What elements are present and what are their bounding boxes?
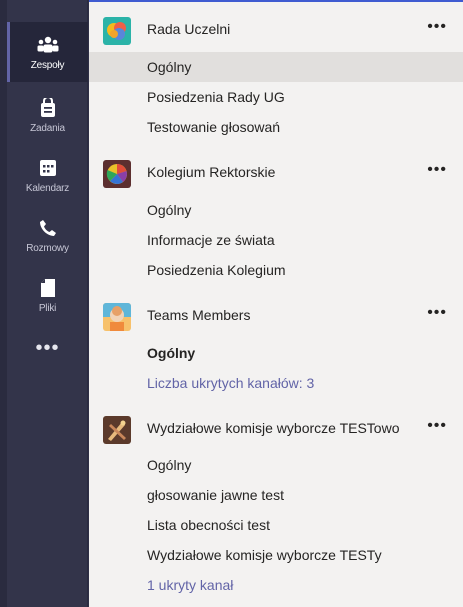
team-name: Kolegium Rektorskie: [147, 164, 276, 180]
channel-item[interactable]: Informacje ze świata: [89, 225, 463, 255]
team-name: Wydziałowe komisje wyborcze TESTowo: [147, 420, 400, 436]
more-apps-button[interactable]: •••: [7, 338, 88, 368]
channel-item[interactable]: Ogólny: [89, 450, 463, 480]
teams-members-avatar-icon: [103, 303, 131, 331]
rada-avatar-icon: [103, 17, 131, 45]
rail-label-assignments: Zadania: [30, 122, 65, 134]
rail-item-calendar[interactable]: Kalendarz: [7, 145, 88, 205]
team-more-button[interactable]: •••: [427, 161, 447, 179]
teams-list: Rada Uczelni ••• Ogólny Posiedzenia Rady…: [89, 0, 463, 607]
channel-item[interactable]: głosowanie jawne test: [89, 480, 463, 510]
assignments-icon: [37, 97, 59, 119]
rail-item-files[interactable]: Pliki: [7, 265, 88, 325]
calendar-icon: [37, 157, 59, 179]
files-icon: [37, 277, 59, 299]
app-rail: Zespoły Zadania Kalendarz Rozmowy Pliki …: [0, 0, 88, 607]
rail-label-files: Pliki: [38, 302, 57, 314]
rail-label-calendar: Kalendarz: [25, 182, 70, 194]
channel-item[interactable]: Posiedzenia Kolegium: [89, 255, 463, 285]
channel-item[interactable]: Wydziałowe komisje wyborcze TESTy: [89, 540, 463, 570]
team-name: Teams Members: [147, 307, 251, 323]
calls-icon: [37, 217, 59, 239]
team-header-wydzialowe[interactable]: Wydziałowe komisje wyborcze TESTowo •••: [89, 409, 463, 449]
team-header-rada-uczelni[interactable]: Rada Uczelni •••: [89, 10, 463, 50]
team-name: Rada Uczelni: [147, 21, 231, 37]
hidden-channels-link[interactable]: Liczba ukrytych kanałów: 3: [89, 368, 463, 398]
channel-item[interactable]: Lista obecności test: [89, 510, 463, 540]
rail-item-calls[interactable]: Rozmowy: [7, 205, 88, 265]
wydzialowe-avatar-icon: [103, 416, 131, 444]
team-more-button[interactable]: •••: [427, 417, 447, 435]
team-header-kolegium[interactable]: Kolegium Rektorskie •••: [89, 153, 463, 193]
teams-icon: [37, 34, 59, 56]
rail-label-teams: Zespoły: [30, 59, 65, 71]
kolegium-avatar-icon: [103, 160, 131, 188]
rail-item-assignments[interactable]: Zadania: [7, 85, 88, 145]
rail-item-teams[interactable]: Zespoły: [7, 22, 88, 82]
team-more-button[interactable]: •••: [427, 304, 447, 322]
channel-item[interactable]: Ogólny: [89, 195, 463, 225]
team-more-button[interactable]: •••: [427, 18, 447, 36]
channel-item[interactable]: Testowanie głosowań: [89, 112, 463, 142]
channel-item[interactable]: Posiedzenia Rady UG: [89, 82, 463, 112]
rail-label-calls: Rozmowy: [26, 242, 69, 254]
channel-item[interactable]: Ogólny: [89, 338, 463, 368]
team-header-teams-members[interactable]: Teams Members •••: [89, 296, 463, 336]
hidden-channels-link[interactable]: 1 ukryty kanał: [89, 570, 463, 600]
channel-item[interactable]: Ogólny: [89, 52, 463, 82]
